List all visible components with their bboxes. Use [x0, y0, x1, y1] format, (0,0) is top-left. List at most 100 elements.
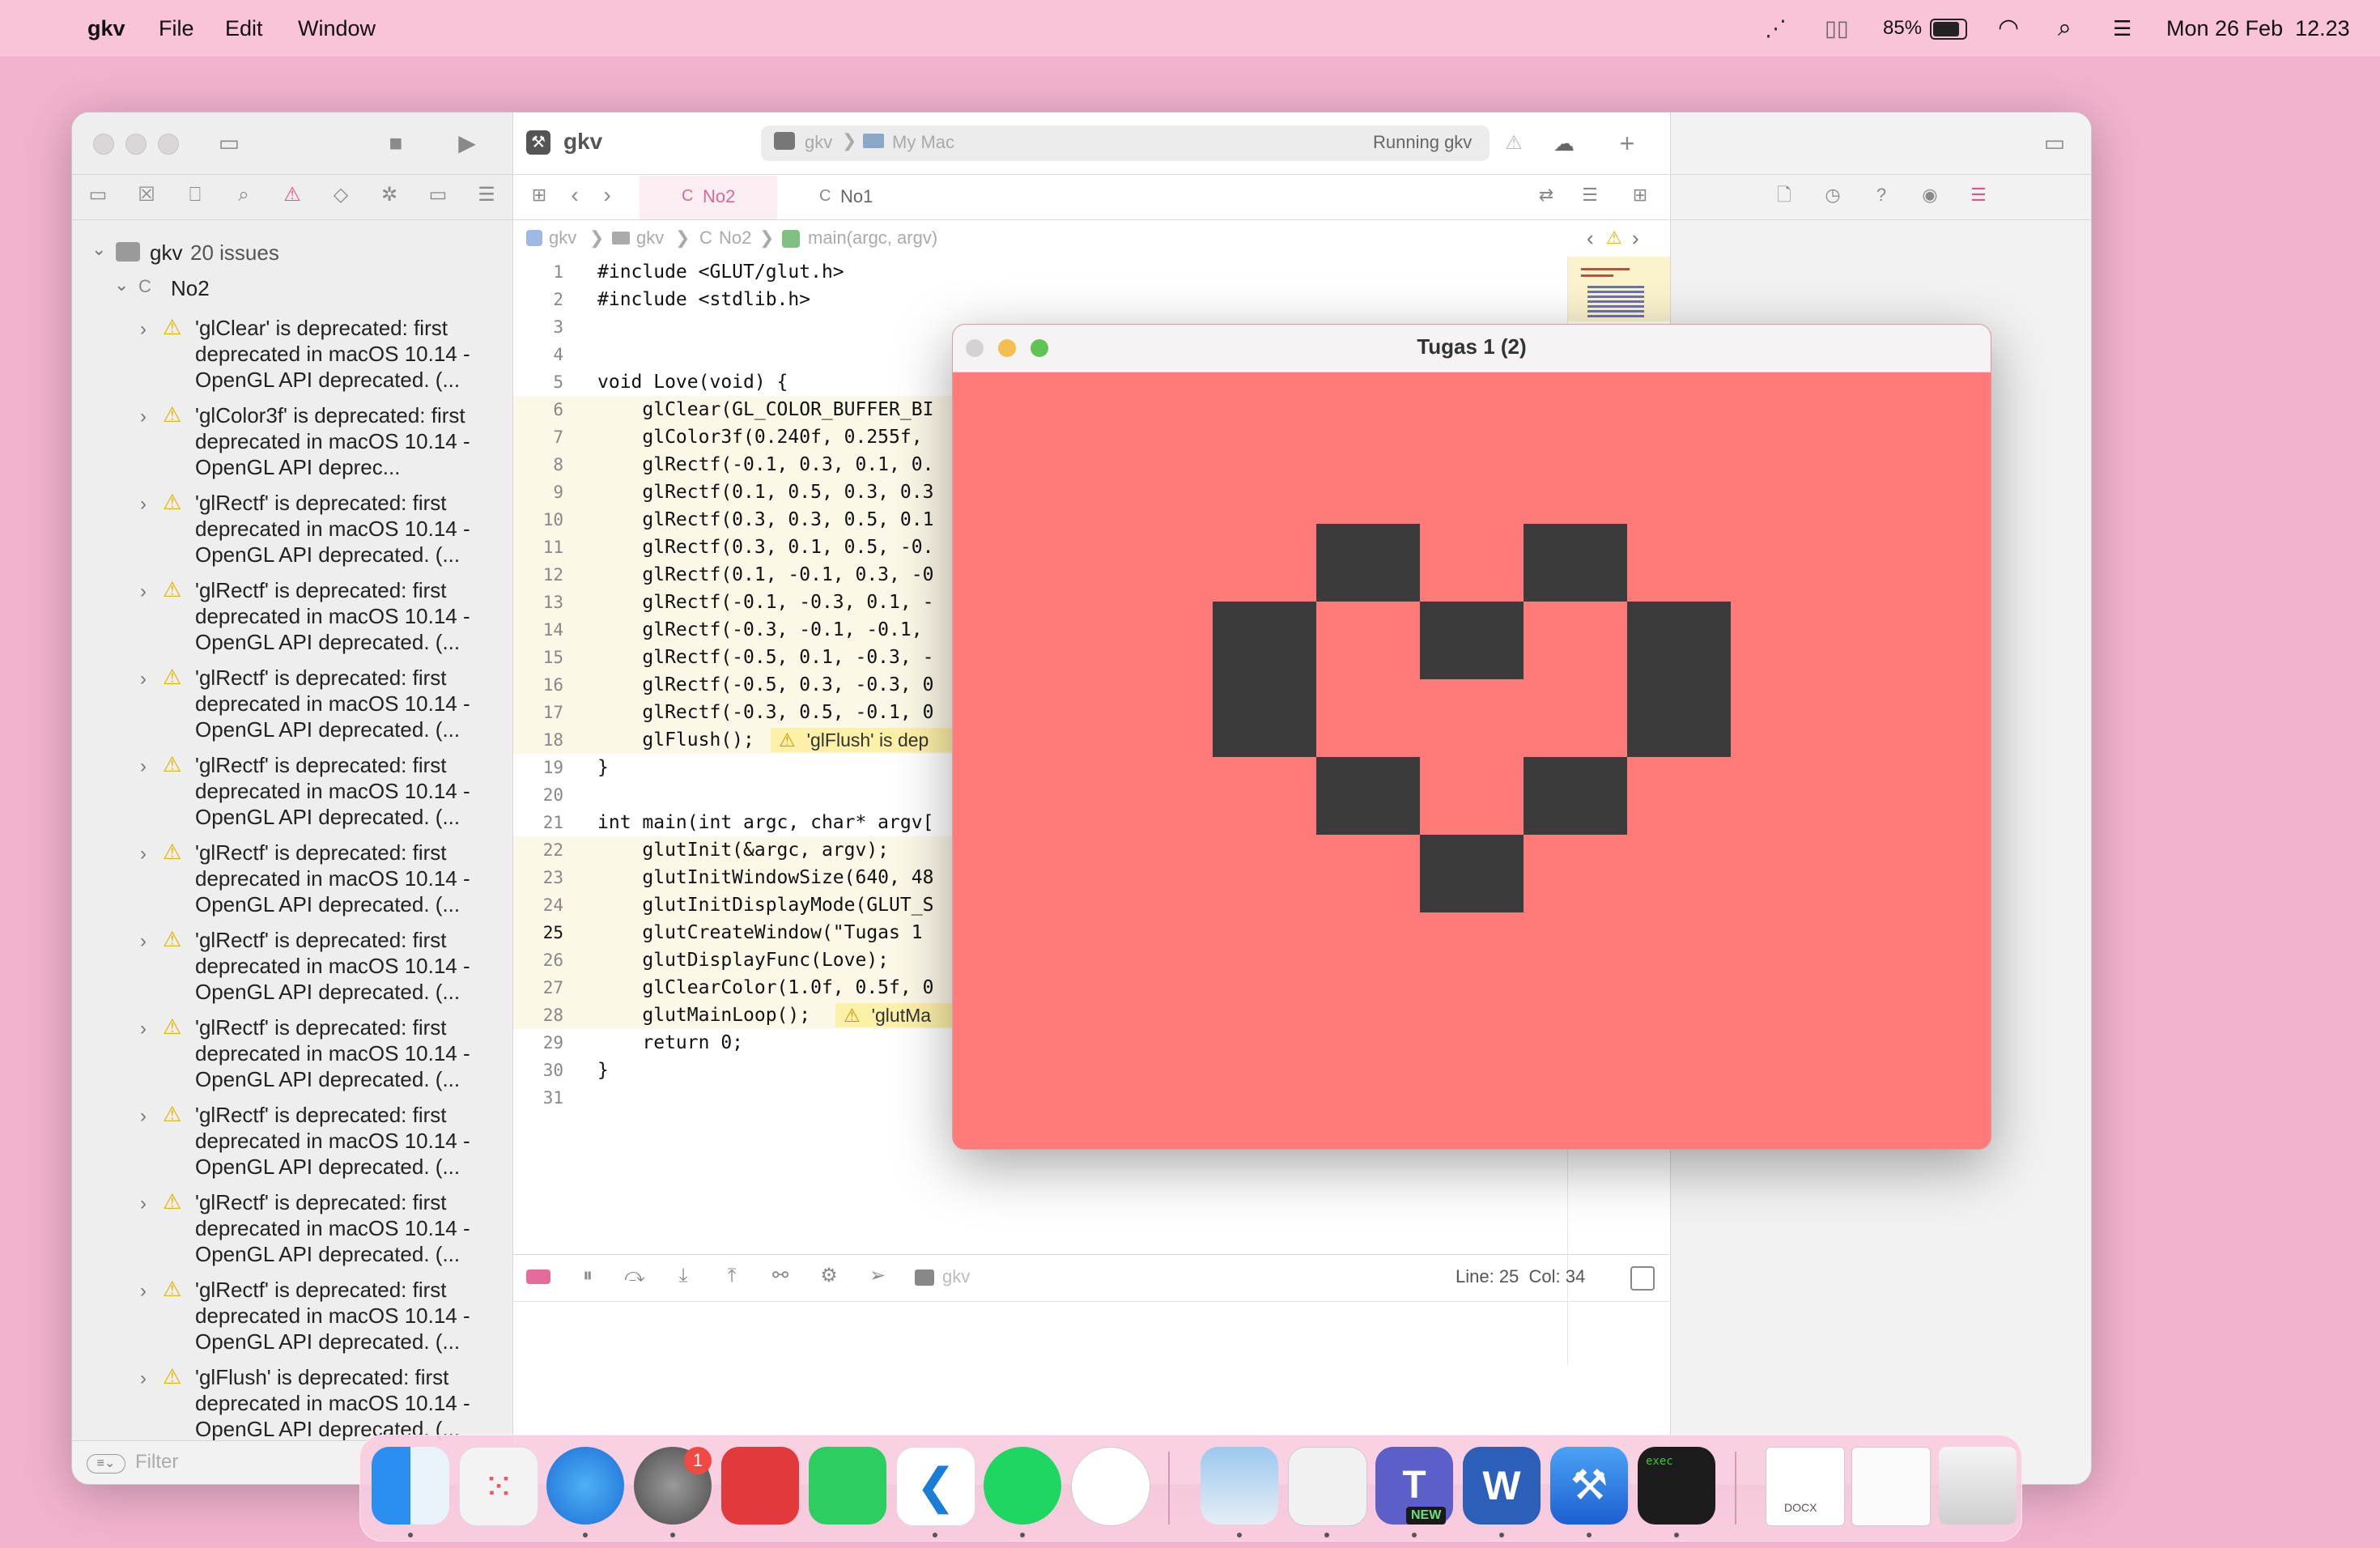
grid-icon[interactable]: ⊞ — [523, 179, 555, 211]
issue-item[interactable]: › ⚠ 'glRectf' is deprecated: first depreca… — [72, 1277, 512, 1364]
next-issue-icon[interactable]: › — [1632, 221, 1639, 255]
menu-window[interactable]: Window — [298, 0, 376, 57]
issue-navigator-icon[interactable]: ⚠ — [276, 179, 308, 211]
menu-file[interactable]: File — [159, 0, 194, 57]
adjust-editor-icon[interactable]: ☰ — [1574, 179, 1606, 211]
report-icon[interactable]: ☰ — [470, 179, 503, 211]
scheme-name[interactable]: gkv — [805, 132, 832, 153]
bookmark-icon[interactable]: ⎕ — [179, 179, 211, 211]
tree-file[interactable]: ⌄ C No2 — [72, 274, 512, 304]
word-icon[interactable]: W — [1463, 1447, 1541, 1525]
wifi-icon[interactable]: ◠ — [1998, 0, 2019, 57]
minimize-button[interactable] — [125, 134, 147, 155]
warning-icon[interactable]: ⚠ — [1606, 221, 1622, 255]
docx-file-icon[interactable]: DOCX — [1766, 1447, 1845, 1526]
chevron-down-icon[interactable]: ⌄ — [114, 274, 129, 296]
chevron-right-icon[interactable]: › — [140, 930, 147, 953]
chevron-right-icon[interactable]: › — [140, 1193, 147, 1215]
control-center-icon[interactable]: ☰ — [2113, 0, 2131, 57]
chevron-right-icon[interactable]: › — [140, 580, 147, 603]
finder-icon[interactable] — [372, 1447, 449, 1525]
prev-issue-icon[interactable]: ‹ — [1587, 221, 1594, 255]
code-line[interactable]: 2 #include <stdlib.h> — [513, 286, 1669, 313]
run-icon[interactable]: ▶ — [451, 127, 483, 159]
step-over-icon[interactable]: ⤼ — [618, 1260, 651, 1292]
add-editor-icon[interactable]: ⊞ — [1624, 179, 1656, 211]
chevron-right-icon[interactable]: › — [140, 1018, 147, 1040]
sidebar-toggle-icon[interactable]: ▭ — [213, 127, 245, 159]
script-editor-icon[interactable] — [1288, 1447, 1367, 1526]
issue-item[interactable]: › ⚠ 'glRectf' is deprecated: first depreca… — [72, 490, 512, 577]
whatsapp-icon[interactable] — [809, 1447, 886, 1525]
chevron-right-icon[interactable]: › — [140, 318, 147, 341]
university-app-icon[interactable] — [1071, 1447, 1150, 1526]
chevron-right-icon[interactable]: › — [140, 843, 147, 865]
issue-item[interactable]: › ⚠ 'glRectf' is deprecated: first depreca… — [72, 840, 512, 927]
test-icon[interactable]: ◇ — [325, 179, 357, 211]
downloads-stack-icon[interactable] — [1851, 1447, 1931, 1526]
breadcrumb-file[interactable]: No2 — [719, 221, 751, 255]
issue-item[interactable]: › ⚠ 'glRectf' is deprecated: first depreca… — [72, 577, 512, 665]
close-button[interactable] — [93, 134, 114, 155]
activity-icon[interactable]: ⋰ — [1765, 0, 1787, 57]
menu-app-name[interactable]: gkv — [87, 0, 125, 57]
search-icon[interactable]: ⌕ — [2058, 0, 2072, 57]
debug-target[interactable]: gkv — [942, 1266, 970, 1287]
cloud-icon[interactable]: ☁ — [1548, 127, 1580, 159]
folder-icon[interactable]: ▭ — [82, 179, 114, 211]
issue-item[interactable]: › ⚠ 'glRectf' is deprecated: first depreca… — [72, 1189, 512, 1277]
chevron-right-icon[interactable]: › — [140, 1105, 147, 1128]
stop-icon[interactable]: ■ — [380, 127, 412, 159]
issue-item[interactable]: › ⚠ 'glRectf' is deprecated: first depreca… — [72, 1014, 512, 1102]
back-icon[interactable]: ‹ — [559, 179, 591, 211]
accessibility-icon[interactable]: ◉ — [1914, 179, 1946, 211]
memory-graph-icon[interactable]: ⚙ — [813, 1260, 845, 1292]
battery-icon[interactable] — [1930, 19, 1967, 40]
terminal-icon[interactable]: exec — [1638, 1447, 1715, 1525]
issue-item[interactable]: › ⚠ 'glRectf' is deprecated: first depreca… — [72, 665, 512, 752]
console-toggle-icon[interactable] — [1630, 1266, 1655, 1291]
step-in-icon[interactable]: ⤓ — [667, 1260, 699, 1292]
glut-title-bar[interactable]: Tugas 1 (2) — [953, 325, 1991, 372]
chevron-right-icon[interactable]: › — [140, 493, 147, 516]
filter-input[interactable]: Filter — [135, 1451, 178, 1474]
zoom-button[interactable] — [158, 134, 179, 155]
spotify-icon[interactable] — [984, 1447, 1061, 1525]
breadcrumb-group[interactable]: gkv — [636, 221, 664, 255]
issue-item[interactable]: › ⚠ 'glRectf' is deprecated: first depreca… — [72, 927, 512, 1014]
history-icon[interactable]: ◷ — [1817, 179, 1849, 211]
issue-item[interactable]: › ⚠ 'glColor3f' is deprecated: first depre… — [72, 402, 512, 490]
scheme-bar[interactable]: gkv ❯ My Mac Running gkv — [761, 125, 1490, 161]
issue-item[interactable]: › ⚠ 'glRectf' is deprecated: first depreca… — [72, 752, 512, 840]
help-icon[interactable]: ? — [1865, 179, 1898, 211]
debug-icon[interactable]: ✲ — [373, 179, 406, 211]
add-icon[interactable]: + — [1611, 127, 1643, 159]
chevron-right-icon[interactable]: › — [140, 406, 147, 428]
issue-item[interactable]: › ⚠ 'glClear' is deprecated: first depreca… — [72, 315, 512, 402]
tab-no1[interactable]: C No1 — [777, 176, 915, 219]
find-icon[interactable]: ⌕ — [227, 179, 260, 211]
breakpoints-toggle-icon[interactable] — [526, 1269, 550, 1284]
view-hierarchy-icon[interactable]: ⚯ — [764, 1260, 797, 1292]
sidebar-status-icon[interactable]: ▯▯ — [1825, 0, 1849, 57]
warning-indicator-icon[interactable]: ⚠ — [1498, 127, 1530, 159]
destination-name[interactable]: My Mac — [892, 132, 954, 153]
pause-icon[interactable]: ⏸ — [572, 1260, 604, 1292]
source-control-icon[interactable]: ☒ — [130, 179, 163, 211]
code-line[interactable]: 1 #include <GLUT/glut.h> — [513, 258, 1669, 286]
xcode-icon[interactable]: ⚒ — [1550, 1447, 1628, 1525]
datetime[interactable]: Mon 26 Feb 12.23 — [2166, 0, 2350, 57]
issue-item[interactable]: › ⚠ 'glRectf' is deprecated: first depreca… — [72, 1102, 512, 1189]
chevron-down-icon[interactable]: ⌄ — [91, 239, 106, 260]
launchpad-icon[interactable]: ⁙ — [459, 1447, 538, 1526]
breadcrumb-project[interactable]: gkv — [549, 221, 576, 255]
filter-icon[interactable]: ≡⌄ — [87, 1454, 125, 1474]
inspector-toggle-icon[interactable]: ▭ — [2038, 127, 2071, 159]
preview-icon[interactable] — [1201, 1447, 1278, 1525]
forward-icon[interactable]: › — [591, 179, 623, 211]
attributes-icon[interactable]: ☰ — [1962, 179, 1995, 211]
chevron-right-icon[interactable]: › — [140, 1280, 147, 1303]
safari-icon[interactable] — [546, 1447, 624, 1525]
chevron-right-icon[interactable]: › — [140, 668, 147, 691]
tab-no2[interactable]: C No2 — [640, 176, 777, 219]
